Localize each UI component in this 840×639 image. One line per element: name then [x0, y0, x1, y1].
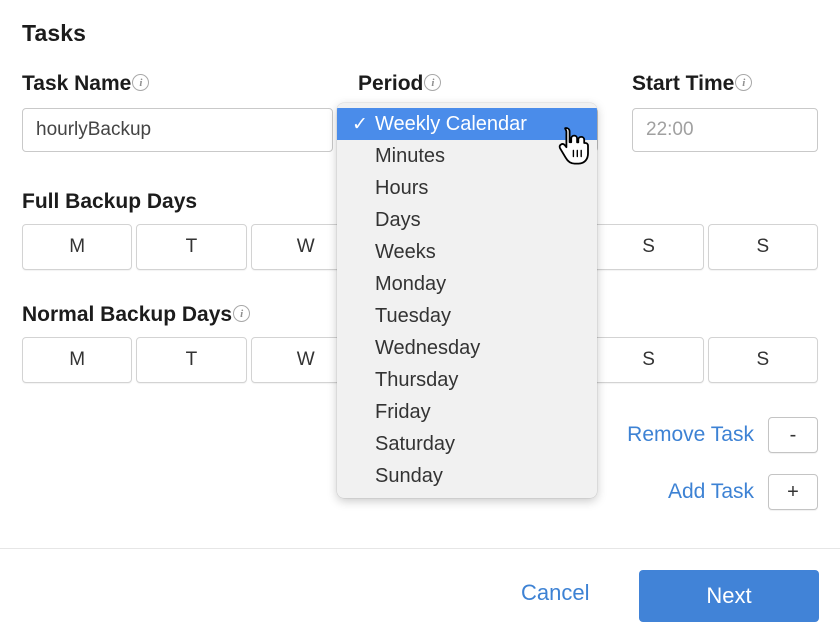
dropdown-option-label: Friday: [375, 400, 431, 423]
page-title: Tasks: [22, 20, 87, 46]
info-icon[interactable]: i: [132, 74, 150, 91]
day-toggle-tue[interactable]: T: [136, 224, 247, 270]
dropdown-option-label: Weeks: [375, 240, 436, 263]
day-toggle-sat[interactable]: S: [593, 224, 704, 270]
dropdown-option-tuesday[interactable]: Tuesday: [337, 300, 597, 332]
dropdown-option-days[interactable]: Days: [337, 204, 597, 236]
check-icon-placeholder: [345, 401, 375, 423]
check-icon-placeholder: [345, 433, 375, 455]
add-task-link[interactable]: Add Task: [668, 480, 754, 504]
day-toggle-sun[interactable]: S: [707, 337, 818, 383]
remove-task-group: Remove Task -: [627, 417, 818, 453]
add-task-group: Add Task +: [668, 474, 818, 510]
dropdown-option-saturday[interactable]: Saturday: [337, 428, 597, 460]
dropdown-option-weeks[interactable]: Weeks: [337, 236, 597, 268]
dropdown-option-label: Wednesday: [375, 336, 481, 359]
dropdown-option-friday[interactable]: Friday: [337, 396, 597, 428]
minus-icon[interactable]: -: [768, 417, 818, 453]
period-dropdown-menu[interactable]: ✓ Weekly Calendar Minutes Hours Days Wee…: [337, 103, 597, 498]
dropdown-option-monday[interactable]: Monday: [337, 268, 597, 300]
day-toggle-mon[interactable]: M: [22, 337, 133, 383]
start-time-input[interactable]: [632, 108, 818, 152]
task-name-label: Task Name i: [22, 72, 150, 96]
full-backup-days-label: Full Backup Days: [22, 190, 197, 214]
normal-backup-days-label: Normal Backup Days i: [22, 303, 251, 327]
check-icon-placeholder: [345, 273, 375, 295]
check-icon-placeholder: [345, 369, 375, 391]
info-icon[interactable]: i: [424, 74, 442, 91]
task-name-label-text: Task Name: [22, 72, 132, 95]
day-toggle-sun[interactable]: S: [707, 224, 818, 270]
day-toggle-tue[interactable]: T: [136, 337, 247, 383]
start-time-label-text: Start Time: [632, 72, 735, 95]
tasks-panel: Tasks Task Name i Period i Start Time i …: [0, 0, 840, 639]
period-label-text: Period: [358, 72, 424, 95]
check-icon-placeholder: [345, 337, 375, 359]
dropdown-option-weekly-calendar[interactable]: ✓ Weekly Calendar: [337, 108, 597, 140]
info-icon[interactable]: i: [233, 305, 251, 322]
dropdown-option-thursday[interactable]: Thursday: [337, 364, 597, 396]
check-icon-placeholder: [345, 177, 375, 199]
check-icon-placeholder: [345, 145, 375, 167]
cancel-button[interactable]: Cancel: [521, 580, 589, 606]
footer-divider: [0, 548, 840, 549]
full-backup-days-label-text: Full Backup Days: [22, 190, 198, 213]
dropdown-option-label: Thursday: [375, 368, 459, 391]
check-icon: ✓: [352, 113, 368, 135]
dropdown-option-label: Hours: [375, 176, 429, 199]
dropdown-option-label: Monday: [375, 272, 447, 295]
dropdown-option-label: Saturday: [375, 432, 456, 455]
dropdown-option-wednesday[interactable]: Wednesday: [337, 332, 597, 364]
task-name-input[interactable]: [22, 108, 333, 152]
dropdown-option-label: Sunday: [375, 464, 443, 487]
dropdown-option-label: Minutes: [375, 144, 446, 167]
remove-task-link[interactable]: Remove Task: [627, 423, 754, 447]
plus-icon[interactable]: +: [768, 474, 818, 510]
dropdown-option-hours[interactable]: Hours: [337, 172, 597, 204]
dropdown-option-minutes[interactable]: Minutes: [337, 140, 597, 172]
day-toggle-mon[interactable]: M: [22, 224, 133, 270]
dropdown-option-label: Days: [375, 208, 421, 231]
check-icon-placeholder: [345, 465, 375, 487]
start-time-label: Start Time i: [632, 72, 753, 96]
dropdown-option-sunday[interactable]: Sunday: [337, 460, 597, 492]
check-icon-placeholder: [345, 241, 375, 263]
period-label: Period i: [358, 72, 442, 96]
dropdown-option-label: Tuesday: [375, 304, 451, 327]
check-icon-placeholder: [345, 305, 375, 327]
dropdown-option-label: Weekly Calendar: [375, 112, 527, 135]
info-icon[interactable]: i: [735, 74, 753, 91]
day-toggle-sat[interactable]: S: [593, 337, 704, 383]
normal-backup-days-label-text: Normal Backup Days: [22, 303, 233, 326]
check-icon-placeholder: [345, 209, 375, 231]
next-button[interactable]: Next: [639, 570, 819, 622]
